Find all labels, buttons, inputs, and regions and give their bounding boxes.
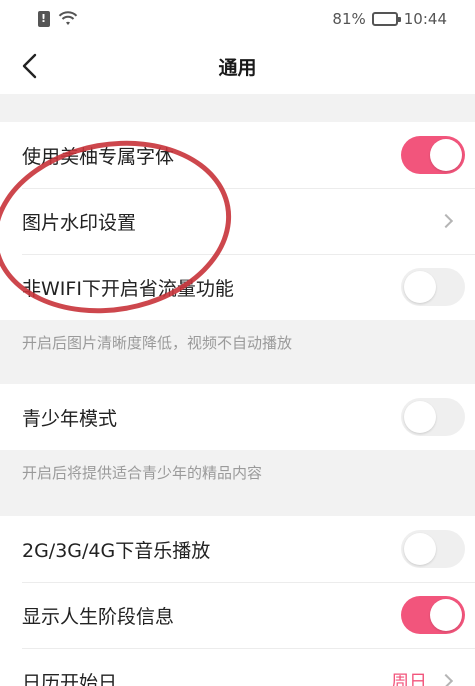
battery-icon [371, 12, 401, 26]
clock: 10:44 [403, 10, 447, 28]
row-teen-mode[interactable]: 青少年模式 [0, 384, 475, 450]
page-title: 通用 [218, 56, 257, 79]
toggle-knob [430, 599, 462, 631]
row-calendar-start-day[interactable]: 日历开始日 周日 [0, 648, 475, 686]
data-saver-hint: 开启后图片清晰度降低，视频不自动播放 [22, 334, 293, 352]
row-life-stage[interactable]: 显示人生阶段信息 [0, 582, 475, 648]
toggle-knob [404, 401, 436, 433]
row-value: 周日 [391, 672, 427, 686]
settings-group-teen: 青少年模式 [0, 384, 475, 450]
row-label: 图片水印设置 [22, 211, 137, 234]
sim-alert-icon [38, 11, 50, 27]
title-bar: 通用 [0, 38, 475, 94]
mobile-music-toggle[interactable] [401, 530, 465, 568]
status-bar: 81% 10:44 [0, 0, 475, 38]
calendar-start-day-value: 周日 [391, 668, 465, 686]
row-label: 青少年模式 [22, 407, 118, 430]
settings-group-display: 使用美柚专属字体 图片水印设置 非WIFI下开启省流量功能 [0, 122, 475, 320]
settings-group-misc: 2G/3G/4G下音乐播放 显示人生阶段信息 日历开始日 周日 [0, 516, 475, 686]
battery-percent: 81% [332, 10, 366, 28]
row-label: 显示人生阶段信息 [22, 605, 175, 628]
teen-mode-hint: 开启后将提供适合青少年的精品内容 [22, 464, 263, 482]
chevron-right-icon [438, 213, 454, 229]
chevron-right-icon [438, 673, 454, 686]
row-label: 使用美柚专属字体 [22, 145, 175, 168]
row-label: 日历开始日 [22, 671, 118, 686]
status-right: 81% 10:44 [332, 10, 447, 28]
data-saver-toggle[interactable] [401, 268, 465, 306]
teen-mode-toggle[interactable] [401, 398, 465, 436]
back-button[interactable] [14, 50, 46, 82]
row-mobile-music[interactable]: 2G/3G/4G下音乐播放 [0, 516, 475, 582]
life-stage-toggle[interactable] [401, 596, 465, 634]
row-label: 非WIFI下开启省流量功能 [22, 277, 234, 300]
wifi-icon [58, 11, 78, 25]
row-watermark-settings[interactable]: 图片水印设置 [0, 188, 475, 254]
status-left [38, 11, 78, 27]
row-data-saver[interactable]: 非WIFI下开启省流量功能 [0, 254, 475, 320]
row-label: 2G/3G/4G下音乐播放 [22, 539, 211, 562]
row-exclusive-font[interactable]: 使用美柚专属字体 [0, 122, 475, 188]
exclusive-font-toggle[interactable] [401, 136, 465, 174]
chevron-left-icon [22, 53, 37, 79]
toggle-knob [404, 533, 436, 565]
toggle-knob [404, 271, 436, 303]
toggle-knob [430, 139, 462, 171]
